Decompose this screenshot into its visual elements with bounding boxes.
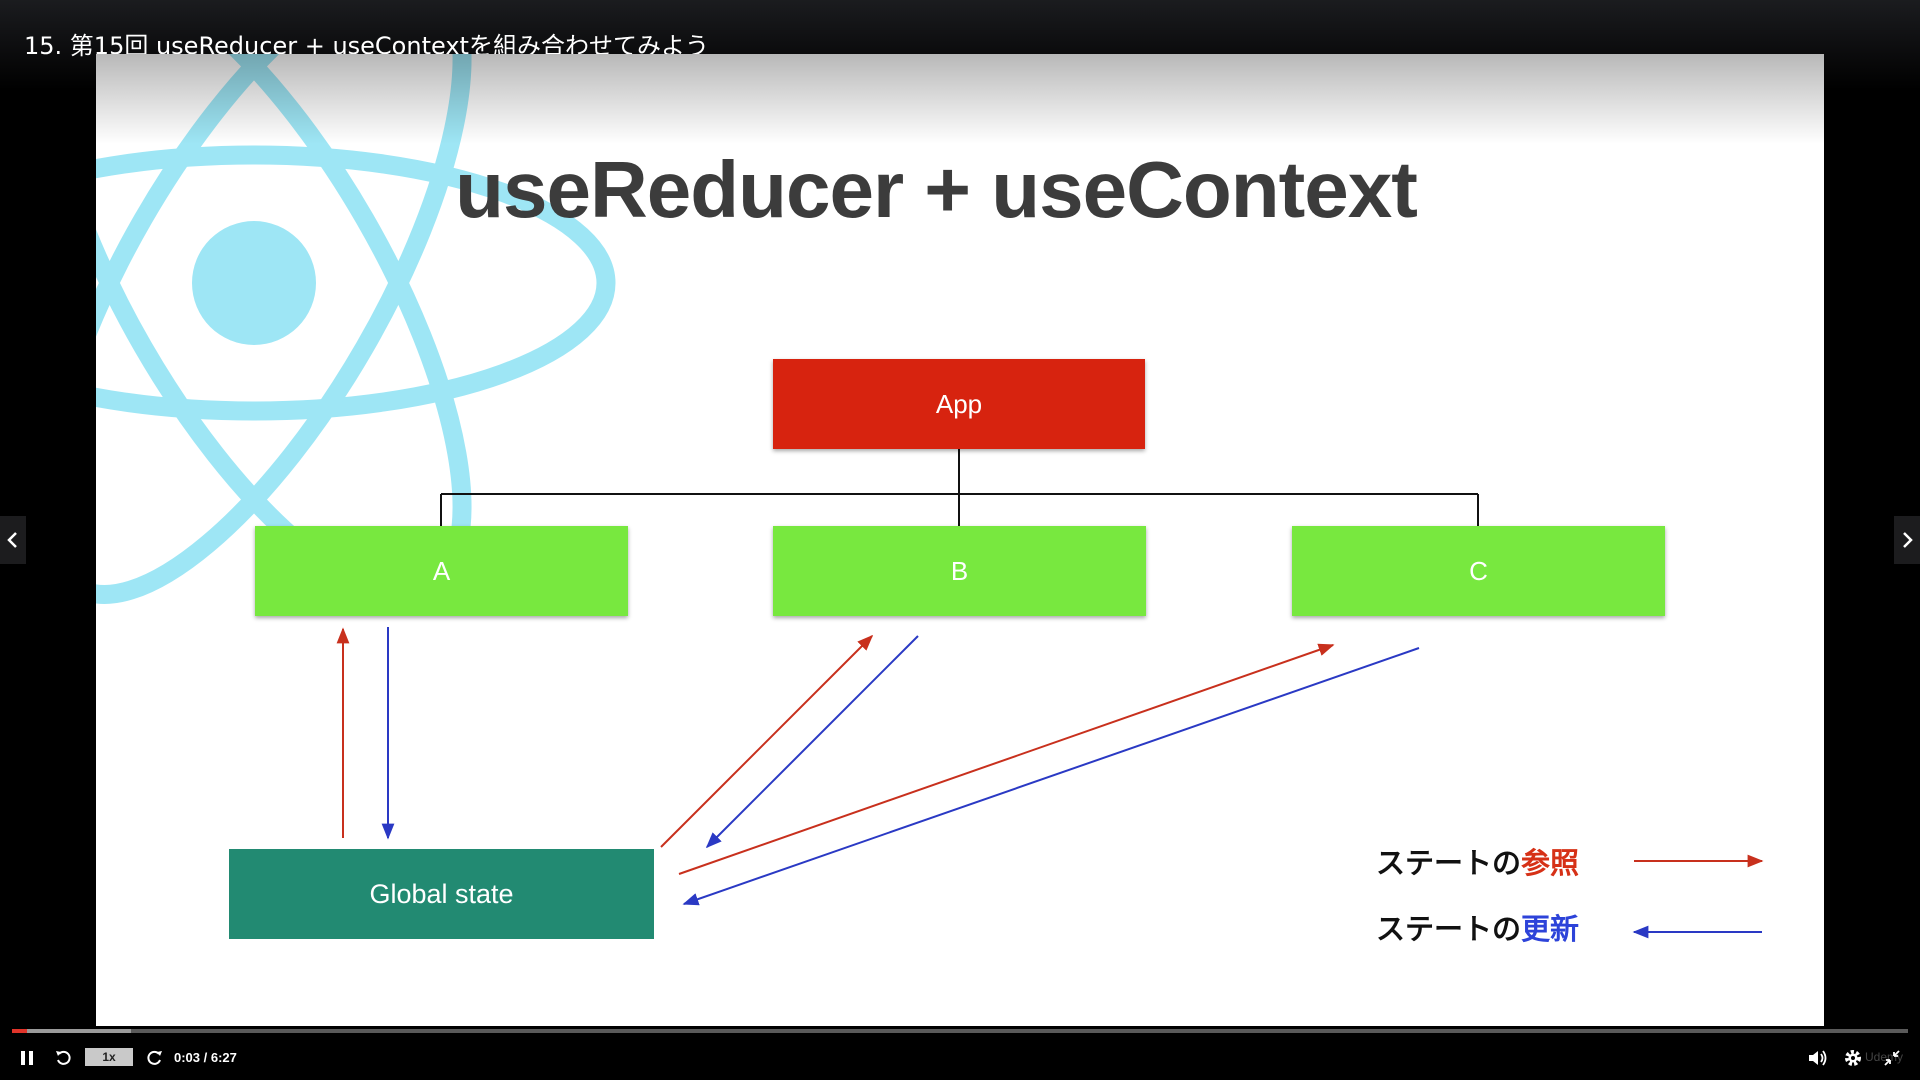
arrows-reference bbox=[336, 627, 1764, 875]
component-b-label: B bbox=[950, 555, 969, 586]
legend-reference-prefix: ステートの bbox=[1376, 846, 1522, 880]
app-box-label: App bbox=[935, 388, 983, 419]
progress-played bbox=[12, 1029, 28, 1033]
progress-buffer bbox=[12, 1029, 132, 1033]
legend-update-prefix: ステートの bbox=[1376, 912, 1522, 946]
settings-button[interactable] bbox=[1840, 1046, 1866, 1070]
component-a-label: A bbox=[432, 555, 451, 586]
component-b-box: B bbox=[773, 526, 1146, 616]
forward-icon bbox=[147, 1050, 162, 1065]
legend-update-keyword: 更新 bbox=[1521, 912, 1580, 946]
component-a-box: A bbox=[255, 526, 628, 616]
component-c-label: C bbox=[1469, 555, 1488, 586]
reference-arrow-c bbox=[678, 643, 1335, 875]
playback-speed-button[interactable]: 1x bbox=[85, 1048, 133, 1066]
forward-button[interactable] bbox=[142, 1046, 166, 1070]
chevron-left-icon bbox=[7, 532, 17, 548]
next-lecture-button[interactable] bbox=[1894, 516, 1920, 564]
settings-icon bbox=[1845, 1050, 1861, 1066]
rewind-button[interactable] bbox=[52, 1046, 76, 1070]
app-box: App bbox=[773, 359, 1145, 449]
tree-connectors bbox=[440, 449, 1479, 526]
legend-reference: ステートの参照 bbox=[1376, 840, 1579, 882]
legend-reference-keyword: 参照 bbox=[1521, 846, 1580, 880]
chevron-right-icon bbox=[1903, 532, 1913, 548]
previous-lecture-button[interactable] bbox=[0, 516, 26, 564]
exit-fullscreen-button[interactable] bbox=[1880, 1046, 1904, 1070]
update-arrow-b bbox=[705, 635, 919, 849]
component-c-box: C bbox=[1292, 526, 1665, 616]
pause-button[interactable] bbox=[16, 1046, 38, 1070]
volume-button[interactable] bbox=[1806, 1046, 1830, 1070]
collapse-icon bbox=[1884, 1050, 1900, 1066]
progress-bar[interactable] bbox=[12, 1029, 1908, 1033]
update-arrow-c bbox=[682, 647, 1420, 906]
slide-shade bbox=[96, 54, 1824, 144]
slide: useReducer + useContext App A B C Global… bbox=[96, 54, 1824, 1026]
time-display: 0:03 / 6:27 bbox=[174, 1050, 237, 1065]
global-state-label: Global state bbox=[369, 878, 514, 909]
global-state-box: Global state bbox=[229, 849, 654, 939]
reference-arrow-b bbox=[660, 634, 874, 848]
pause-icon bbox=[21, 1051, 33, 1065]
rewind-icon bbox=[56, 1050, 71, 1065]
player-controls: 1x 0:03 / 6:27 Udemy bbox=[0, 1036, 1920, 1080]
volume-icon bbox=[1809, 1050, 1827, 1066]
slide-title: useReducer + useContext bbox=[455, 145, 1418, 234]
legend-update: ステートの更新 bbox=[1376, 906, 1579, 948]
